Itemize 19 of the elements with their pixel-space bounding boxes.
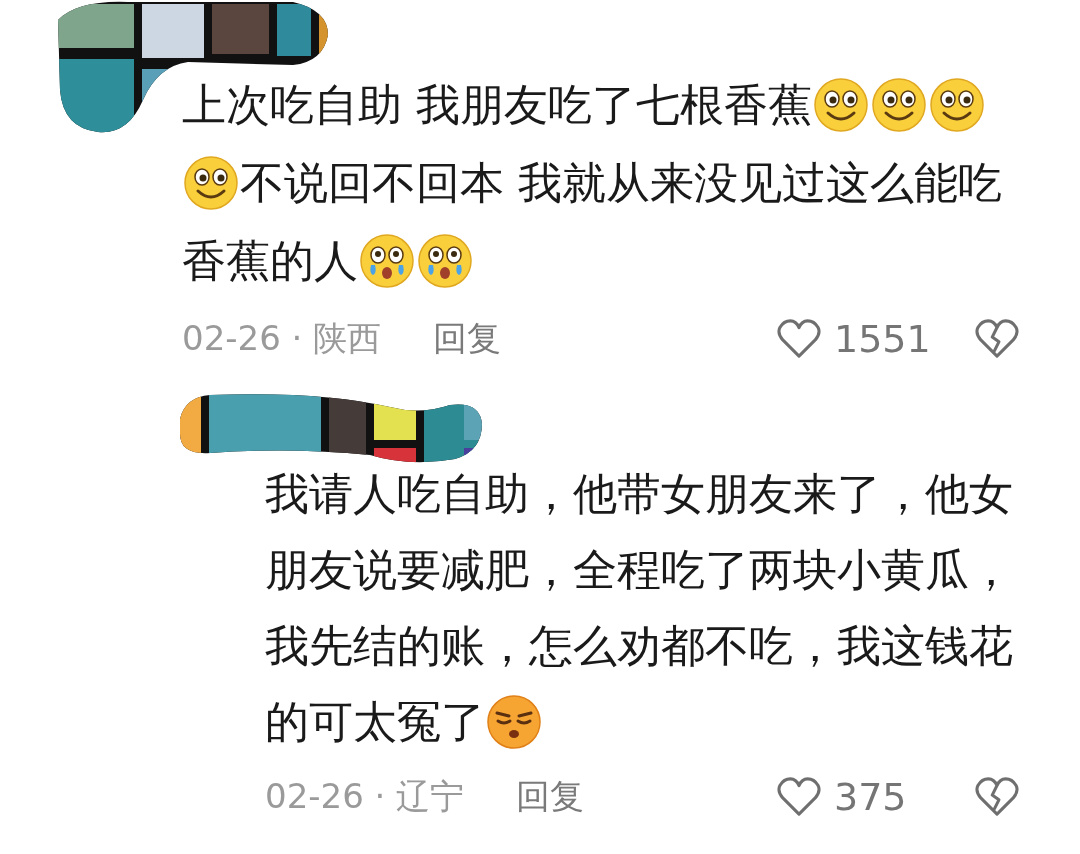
comment-date-location: 02-26 · 辽宁	[265, 775, 465, 818]
annoyed-face-icon	[486, 694, 542, 750]
comment-date-location: 02-26 · 陕西	[182, 317, 382, 360]
like-count: 375	[834, 775, 908, 819]
comment-text: 上次吃自助 我朋友吃了七根香蕉 不说回不回本 我就从来没见过这么能吃 香蕉的人	[182, 66, 1080, 300]
reply-link[interactable]: 回复	[433, 316, 502, 362]
comment-text: 我请人吃自助，他带女朋友来了，他女 朋友说要减肥，全程吃了两块小黄瓜， 我先结的账，怎么劝都不吃，我这钱花 的可太冤了	[265, 456, 1080, 760]
reply-link[interactable]: 回复	[516, 774, 585, 820]
smiling-face-icon	[183, 155, 239, 211]
smiling-face-icon	[813, 77, 869, 133]
like-icon[interactable]	[776, 318, 822, 360]
like-count: 1551	[834, 317, 932, 361]
smiling-face-icon	[929, 77, 985, 133]
crying-face-icon	[417, 233, 473, 289]
smiling-face-icon	[871, 77, 927, 133]
broken-heart-icon[interactable]	[974, 318, 1020, 360]
crying-face-icon	[359, 233, 415, 289]
broken-heart-icon[interactable]	[974, 776, 1020, 818]
like-icon[interactable]	[776, 776, 822, 818]
